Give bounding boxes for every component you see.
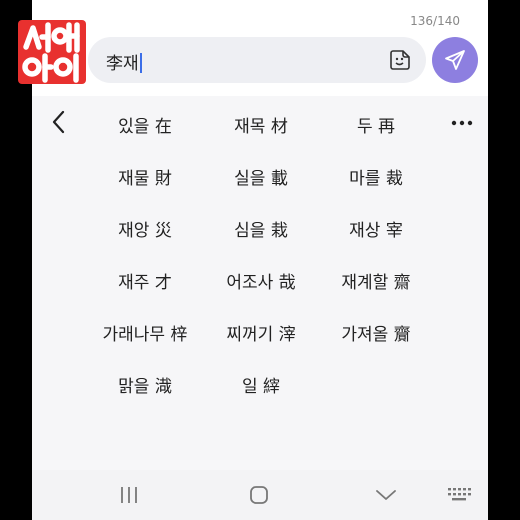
candidate-item[interactable]: 재주 才: [118, 268, 172, 293]
candidate-item[interactable]: 실을 載: [234, 164, 288, 189]
more-horizontal-icon[interactable]: [450, 114, 474, 126]
candidate-item[interactable]: 있을 在: [118, 112, 172, 137]
candidate-item[interactable]: 재상 宰: [349, 216, 403, 241]
system-navigation-bar: [32, 470, 488, 520]
candidate-item[interactable]: 재물 財: [118, 164, 172, 189]
candidate-item[interactable]: 재계할 齋: [341, 268, 410, 293]
message-input-value[interactable]: 李재: [106, 49, 142, 74]
candidate-item[interactable]: 맑을 渽: [118, 372, 172, 397]
candidate-panel: 있을 在 재목 材 두 再 재물 財 실을 載 마를 裁 재앙 災 심을 栽 재…: [32, 96, 488, 460]
brand-logo: [18, 20, 86, 84]
candidate-item[interactable]: 두 再: [357, 112, 395, 137]
candidate-item[interactable]: 재앙 災: [118, 216, 172, 241]
candidate-item[interactable]: 가래나무 梓: [103, 320, 188, 345]
send-button[interactable]: [432, 37, 478, 83]
candidate-item[interactable]: 일 縡: [242, 372, 280, 397]
candidate-item[interactable]: 어조사 哉: [226, 268, 295, 293]
candidate-item[interactable]: 마를 裁: [349, 164, 403, 189]
chevron-down-icon[interactable]: [374, 485, 398, 509]
keyboard-icon[interactable]: [446, 485, 472, 509]
text-caret: [139, 53, 142, 73]
character-counter: 136/140: [410, 14, 460, 28]
candidate-item[interactable]: 재목 材: [234, 112, 288, 137]
candidate-item[interactable]: 가져올 齎: [341, 320, 410, 345]
phone-screen: 136/140 李재 있을 在 재목 材 두 再 재물 財 실을 載 마를 裁 …: [32, 0, 488, 520]
candidate-item[interactable]: 찌꺼기 滓: [226, 320, 295, 345]
message-composer: 136/140 李재: [32, 0, 488, 96]
recents-icon[interactable]: [118, 485, 140, 509]
send-paper-plane-icon: [445, 50, 465, 70]
message-input[interactable]: 李재: [88, 37, 426, 83]
home-icon[interactable]: [248, 485, 270, 509]
chevron-left-icon[interactable]: [46, 108, 74, 136]
sticker-smile-icon[interactable]: [388, 48, 412, 72]
candidate-item[interactable]: 심을 栽: [234, 216, 288, 241]
